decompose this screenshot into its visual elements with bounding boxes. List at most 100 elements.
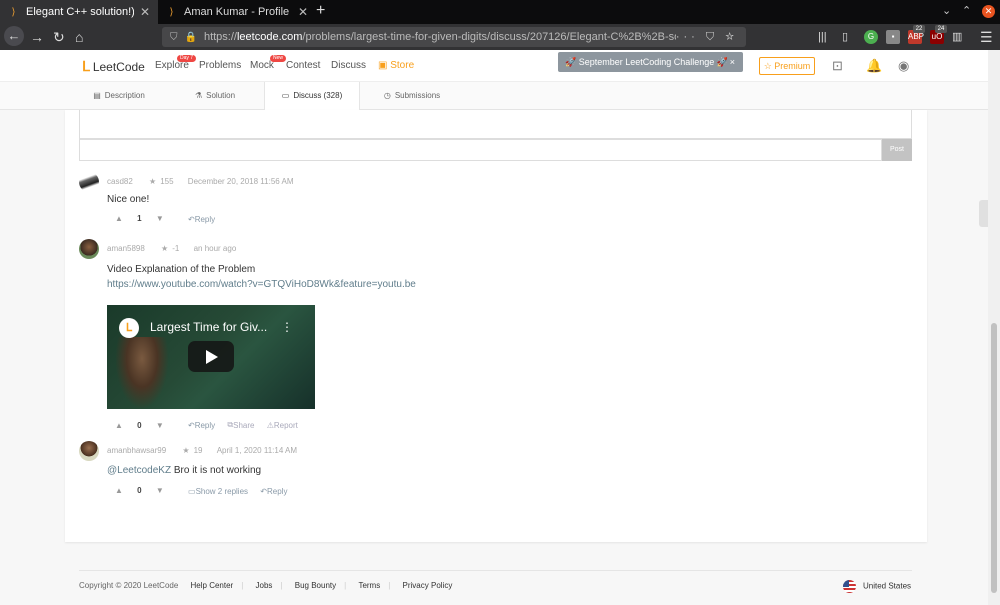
upvote-icon[interactable]: ▲ <box>115 486 123 495</box>
maximize-icon[interactable]: ⌃ <box>962 4 971 17</box>
reply-button[interactable]: ↶ Reply <box>188 214 215 224</box>
avatar[interactable] <box>79 441 99 461</box>
shield-icon[interactable]: ⛉ <box>170 32 178 43</box>
sidebar-icon[interactable]: ▯ <box>842 28 848 46</box>
downvote-icon[interactable]: ▼ <box>156 214 164 223</box>
comment-text: Video Explanation of the Problem <box>107 264 256 275</box>
side-panel-tab[interactable] <box>979 200 988 227</box>
grammarly-icon[interactable]: G <box>864 30 878 44</box>
video-title[interactable]: Largest Time for Giv... <box>150 320 267 334</box>
footer-link-bug-bounty[interactable]: Bug Bounty <box>295 581 336 590</box>
close-tab-icon[interactable]: ✕ <box>140 5 150 19</box>
browser-tab-active[interactable]: ⟩ Elegant C++ solution!) - LeetC ✕ <box>0 0 158 24</box>
comment-username[interactable]: amanbhawsar99 <box>107 446 166 455</box>
report-button[interactable]: ⚠ Report <box>267 420 298 430</box>
url-text[interactable]: https://leetcode.com/problems/largest-ti… <box>204 31 676 43</box>
play-button-icon[interactable] <box>188 341 234 372</box>
leetcode-favicon-icon: ⟩ <box>169 6 174 18</box>
tab-discuss[interactable]: ▭ Discuss (328) <box>264 82 360 111</box>
description-icon: ▤ <box>93 91 101 100</box>
library-icon[interactable]: ||| <box>818 28 827 46</box>
show-replies-button[interactable]: ▭ Show 2 replies <box>188 486 248 496</box>
vote-count: 1 <box>137 214 142 224</box>
bell-icon[interactable]: 🔔 <box>866 58 882 74</box>
downvote-icon[interactable]: ▼ <box>156 421 164 430</box>
copyright: Copyright © 2020 LeetCode <box>79 581 179 590</box>
extension-icon[interactable]: ▪ <box>886 30 900 44</box>
challenge-toast[interactable]: 🚀 September LeetCoding Challenge 🚀 × <box>558 52 743 72</box>
url-bar[interactable]: ⛉ 🔒 https://leetcode.com/problems/larges… <box>162 27 746 47</box>
reputation: -1 <box>172 244 180 253</box>
video-embed[interactable]: ᒪ Largest Time for Giv... ⋮ <box>107 305 315 409</box>
browser-tab-title: Elegant C++ solution!) - LeetC <box>26 6 134 18</box>
nav-mock[interactable]: Mock <box>250 60 274 71</box>
new-tab-icon[interactable]: + <box>316 2 325 20</box>
user-avatar-icon[interactable]: ◉ <box>898 58 909 74</box>
user-mention[interactable]: @LeetcodeKZ <box>107 465 171 476</box>
reply-input[interactable] <box>79 139 882 161</box>
back-icon[interactable]: ← <box>4 26 24 46</box>
minimize-icon[interactable]: ⌄ <box>942 4 951 17</box>
nav-contest[interactable]: Contest <box>286 60 320 71</box>
forward-icon[interactable]: → <box>30 28 44 46</box>
downvote-icon[interactable]: ▼ <box>156 486 164 495</box>
browser-tab[interactable]: ⟩ Aman Kumar - Profile - LeetC ✕ <box>158 0 316 24</box>
upvote-icon[interactable]: ▲ <box>115 421 123 430</box>
nav-problems[interactable]: Problems <box>199 60 241 71</box>
youtube-link[interactable]: https://www.youtube.com/watch?v=GTQViHoD… <box>107 279 416 290</box>
more-options-icon[interactable]: ⋮ <box>281 320 293 334</box>
reply-icon: ↶ <box>188 214 195 224</box>
footer-link-privacy[interactable]: Privacy Policy <box>403 581 453 590</box>
reload-icon[interactable]: ↻ <box>53 28 65 46</box>
vote-count: 0 <box>137 486 142 496</box>
comment-icon: ▭ <box>188 486 196 496</box>
share-button[interactable]: ⧉ Share <box>227 420 254 430</box>
scrollbar-thumb[interactable] <box>991 323 997 593</box>
reply-icon: ↶ <box>260 486 267 496</box>
problem-subtabs: ▤ Description ⚗ Solution ▭ Discuss (328) ◷ S… <box>0 82 1000 111</box>
toast-close-icon[interactable]: × <box>730 52 735 72</box>
star-icon: ★ <box>182 446 190 455</box>
comment-actions: ▲ 0 ▼ ▭ Show 2 replies ↶ Reply <box>115 486 287 496</box>
tab-submissions[interactable]: ◷ Submissions <box>372 82 452 110</box>
footer-link-help[interactable]: Help Center <box>191 581 234 590</box>
comment-meta: amanbhawsar99 ★ 19 April 1, 2020 11:14 AM <box>107 446 297 455</box>
explore-badge: Day 7 <box>177 55 197 62</box>
premium-button[interactable]: ☆ Premium <box>759 57 815 75</box>
avatar[interactable] <box>79 239 99 259</box>
upvote-icon[interactable]: ▲ <box>115 214 123 223</box>
comment-text: Nice one! <box>107 194 150 205</box>
window-close-icon[interactable]: ✕ <box>982 5 995 18</box>
region-selector[interactable]: United States <box>843 580 911 593</box>
footer-link-terms[interactable]: Terms <box>358 581 380 590</box>
page-scrollbar[interactable] <box>988 50 1000 605</box>
playground-icon[interactable]: ⊡ <box>832 58 843 74</box>
menu-icon[interactable]: ☰ <box>980 28 993 46</box>
comment-actions: ▲ 1 ▼ ↶ Reply <box>115 214 215 224</box>
home-icon[interactable]: ⌂ <box>75 28 83 46</box>
nav-discuss[interactable]: Discuss <box>331 60 366 71</box>
close-tab-icon[interactable]: ✕ <box>298 5 308 19</box>
flask-icon: ⚗ <box>194 91 203 100</box>
video-thumbnail-person <box>115 337 169 409</box>
reply-button[interactable]: ↶ Reply <box>260 486 287 496</box>
equalizer-icon[interactable]: ▥ <box>952 28 962 46</box>
tab-description[interactable]: ▤ Description <box>80 82 158 110</box>
leetcode-logo[interactable]: ᒪ LeetCode <box>82 58 145 75</box>
tab-solution[interactable]: ⚗ Solution <box>182 82 248 110</box>
reply-icon: ↶ <box>188 420 195 430</box>
avatar[interactable] <box>79 172 99 192</box>
reputation: 19 <box>193 446 203 455</box>
ublock-count: 24 <box>935 25 947 33</box>
url-tools-icon[interactable]: ··· ⛉ ☆ <box>676 31 738 44</box>
reputation: 155 <box>160 177 174 186</box>
comment-username[interactable]: casd82 <box>107 177 133 186</box>
comment-actions: ▲ 0 ▼ ↶ Reply ⧉ Share ⚠ Report <box>115 420 298 430</box>
reply-button[interactable]: ↶ Reply <box>188 420 215 430</box>
nav-store[interactable]: ▣ Store <box>378 60 414 71</box>
lock-icon[interactable]: 🔒 <box>185 32 197 43</box>
reply-editor[interactable] <box>79 110 912 139</box>
comment-username[interactable]: aman5898 <box>107 244 145 253</box>
footer-link-jobs[interactable]: Jobs <box>256 581 273 590</box>
post-button[interactable]: Post <box>882 139 912 161</box>
